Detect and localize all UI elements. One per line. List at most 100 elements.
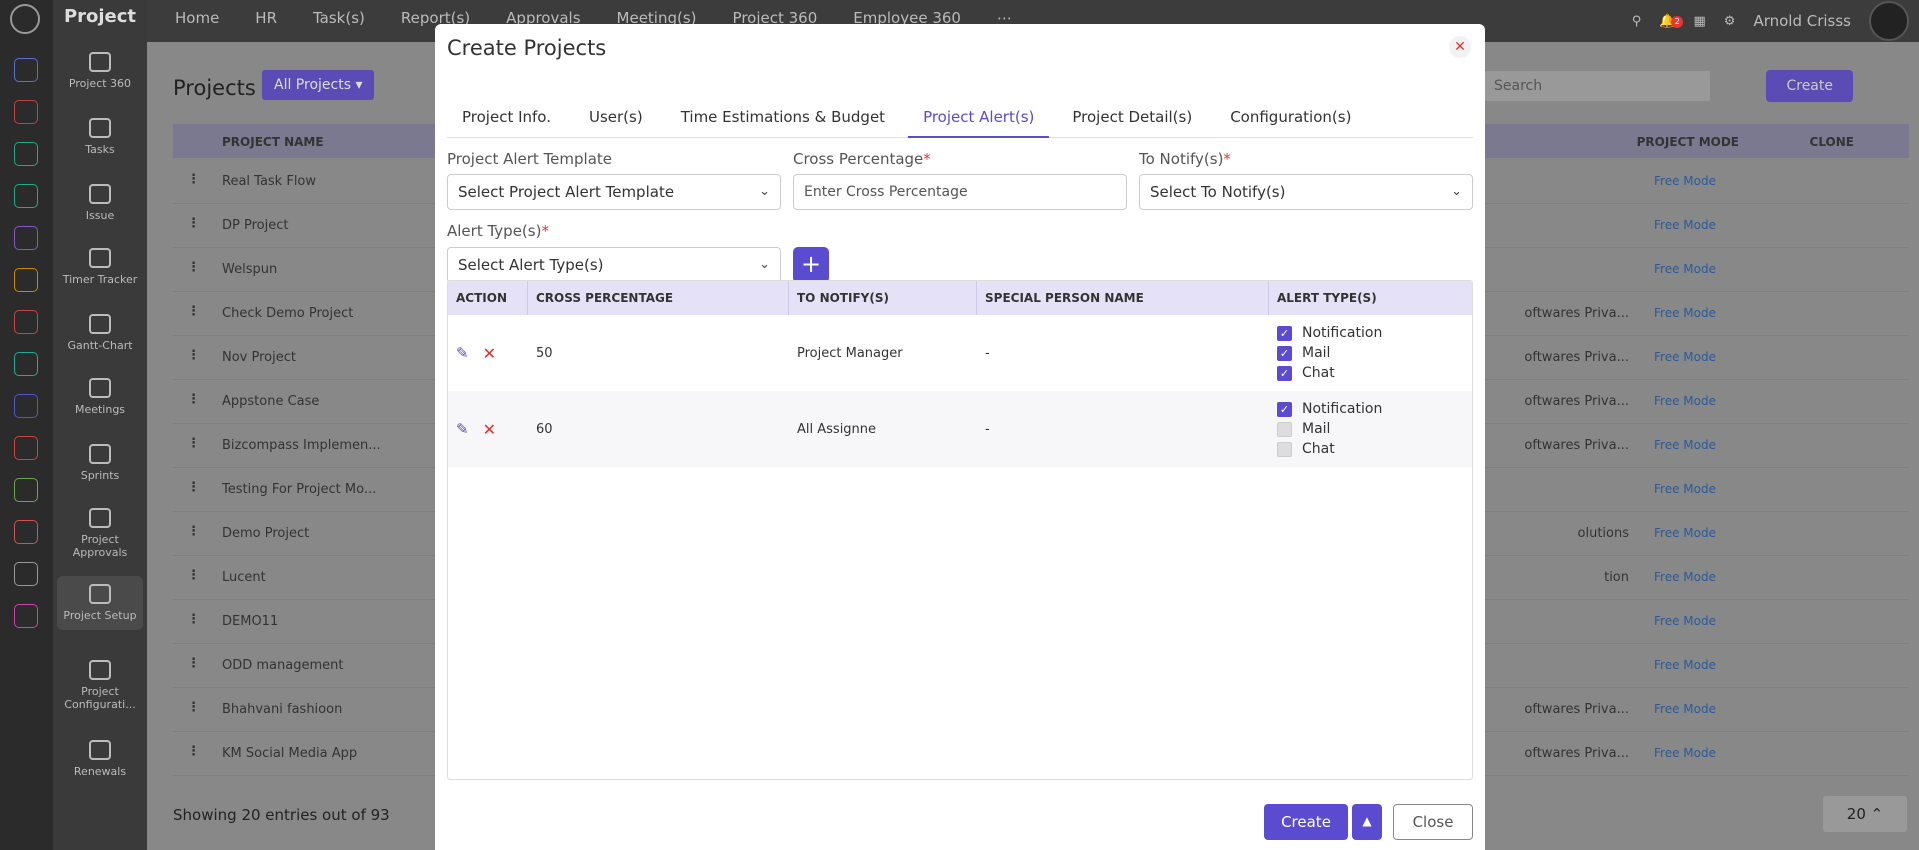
checkbox-icon[interactable]: [1277, 421, 1292, 437]
nav-task-s-[interactable]: Task(s): [313, 9, 365, 27]
project-mode[interactable]: Free Mode: [1654, 702, 1716, 716]
project-mode[interactable]: Free Mode: [1654, 438, 1716, 452]
alert-type-checkbox[interactable]: Mail: [1277, 421, 1330, 437]
project-mode[interactable]: Free Mode: [1654, 350, 1716, 364]
bell-icon[interactable]: 🔔 2: [1659, 14, 1684, 29]
project-mode[interactable]: Free Mode: [1654, 658, 1716, 672]
project-mode[interactable]: Free Mode: [1654, 526, 1716, 540]
row-menu-icon[interactable]: ⋮: [187, 392, 200, 407]
search-input[interactable]: Search: [1481, 70, 1711, 102]
create-button[interactable]: Create: [1264, 804, 1348, 840]
app-logo-icon[interactable]: [10, 4, 40, 34]
row-menu-icon[interactable]: ⋮: [187, 348, 200, 363]
search-icon[interactable]: ⚲: [1632, 14, 1642, 29]
project-mode[interactable]: Free Mode: [1654, 306, 1716, 320]
user-name[interactable]: Arnold Crisss: [1753, 12, 1851, 30]
project-name[interactable]: Real Task Flow: [222, 174, 316, 189]
tab-project-detail-s[interactable]: Project Detail(s): [1057, 82, 1207, 138]
sidebar-item[interactable]: Gantt-Chart: [57, 314, 143, 352]
module-icon[interactable]: [14, 436, 38, 460]
module-icon[interactable]: [14, 100, 38, 124]
create-button[interactable]: Create: [1766, 70, 1853, 102]
project-name[interactable]: Appstone Case: [222, 394, 319, 409]
project-filter-dropdown[interactable]: All Projects ▾: [262, 70, 375, 100]
row-menu-icon[interactable]: ⋮: [187, 524, 200, 539]
sidebar-item[interactable]: Tasks: [57, 118, 143, 156]
edit-icon[interactable]: ✎: [456, 344, 469, 362]
project-mode[interactable]: Free Mode: [1654, 262, 1716, 276]
alert-type-checkbox[interactable]: ✓ Notification: [1277, 401, 1382, 417]
project-mode[interactable]: Free Mode: [1654, 746, 1716, 760]
project-mode[interactable]: Free Mode: [1654, 614, 1716, 628]
project-mode[interactable]: Free Mode: [1654, 482, 1716, 496]
checkbox-icon[interactable]: ✓: [1277, 365, 1292, 381]
tab-configuration-s[interactable]: Configuration(s): [1215, 82, 1366, 138]
module-icon[interactable]: [14, 394, 38, 418]
cross-percentage-input[interactable]: Enter Cross Percentage: [793, 174, 1127, 210]
alert-type-checkbox[interactable]: ✓ Mail: [1277, 345, 1330, 361]
project-name[interactable]: DEMO11: [222, 614, 278, 629]
alert-type-checkbox[interactable]: ✓ Chat: [1277, 365, 1335, 381]
checkbox-icon[interactable]: ✓: [1277, 401, 1292, 417]
project-mode[interactable]: Free Mode: [1654, 174, 1716, 188]
sidebar-item[interactable]: Project 360: [57, 52, 143, 90]
project-name[interactable]: DP Project: [222, 218, 288, 233]
tab-time-estimations-budget[interactable]: Time Estimations & Budget: [666, 82, 900, 138]
module-icon[interactable]: [14, 520, 38, 544]
row-menu-icon[interactable]: ⋮: [187, 260, 200, 275]
grid-icon[interactable]: ▦: [1693, 14, 1705, 29]
checkbox-icon[interactable]: ✓: [1277, 325, 1292, 341]
row-menu-icon[interactable]: ⋮: [187, 216, 200, 231]
project-name[interactable]: Testing For Project Mo...: [222, 482, 376, 497]
module-icon[interactable]: [14, 352, 38, 376]
checkbox-icon[interactable]: [1277, 441, 1292, 457]
to-notify-select[interactable]: Select To Notify(s) ⌄: [1139, 174, 1473, 210]
alert-type-checkbox[interactable]: Chat: [1277, 441, 1335, 457]
row-menu-icon[interactable]: ⋮: [187, 172, 200, 187]
nav-hr[interactable]: HR: [255, 9, 277, 27]
project-name[interactable]: Bhahvani fashioon: [222, 702, 342, 717]
module-icon[interactable]: [14, 604, 38, 628]
project-name[interactable]: ODD management: [222, 658, 343, 673]
module-icon[interactable]: [14, 268, 38, 292]
project-mode[interactable]: Free Mode: [1654, 218, 1716, 232]
page-size-select[interactable]: 20 ⌃: [1823, 796, 1907, 832]
module-icon[interactable]: [14, 142, 38, 166]
module-icon[interactable]: [14, 310, 38, 334]
close-button[interactable]: Close: [1393, 804, 1473, 840]
project-name[interactable]: Nov Project: [222, 350, 296, 365]
row-menu-icon[interactable]: ⋮: [187, 656, 200, 671]
sidebar-item[interactable]: Sprints: [57, 444, 143, 482]
module-icon[interactable]: [14, 226, 38, 250]
module-icon[interactable]: [14, 478, 38, 502]
module-icon[interactable]: [14, 58, 38, 82]
add-alert-button[interactable]: +: [793, 247, 829, 283]
project-name[interactable]: KM Social Media App: [222, 746, 357, 761]
project-name[interactable]: Check Demo Project: [222, 306, 353, 321]
checkbox-icon[interactable]: ✓: [1277, 345, 1292, 361]
row-menu-icon[interactable]: ⋮: [187, 612, 200, 627]
sidebar-item[interactable]: Project Approvals: [57, 508, 143, 559]
alert-template-select[interactable]: Select Project Alert Template ⌄: [447, 174, 781, 210]
project-mode[interactable]: Free Mode: [1654, 570, 1716, 584]
project-name[interactable]: Welspun: [222, 262, 277, 277]
row-menu-icon[interactable]: ⋮: [187, 700, 200, 715]
project-name[interactable]: Lucent: [222, 570, 266, 585]
row-menu-icon[interactable]: ⋮: [187, 436, 200, 451]
row-menu-icon[interactable]: ⋮: [187, 304, 200, 319]
create-options-toggle[interactable]: ▲: [1352, 804, 1382, 840]
col-project-mode[interactable]: PROJECT MODE: [1637, 135, 1739, 149]
row-menu-icon[interactable]: ⋮: [187, 480, 200, 495]
edit-icon[interactable]: ✎: [456, 420, 469, 438]
sidebar-item[interactable]: Issue: [57, 184, 143, 222]
tab-project-info[interactable]: Project Info.: [447, 82, 566, 138]
sidebar-item[interactable]: Renewals: [57, 740, 143, 778]
sidebar-item[interactable]: Project Setup: [57, 576, 143, 630]
module-icon[interactable]: [14, 184, 38, 208]
delete-icon[interactable]: ✕: [483, 344, 496, 363]
project-name[interactable]: Bizcompass Implemen...: [222, 438, 381, 453]
close-icon[interactable]: ✕: [1449, 36, 1471, 58]
avatar[interactable]: [1869, 1, 1909, 41]
col-project-name[interactable]: PROJECT NAME: [222, 135, 324, 149]
sidebar-item[interactable]: Project Configurati...: [57, 660, 143, 711]
